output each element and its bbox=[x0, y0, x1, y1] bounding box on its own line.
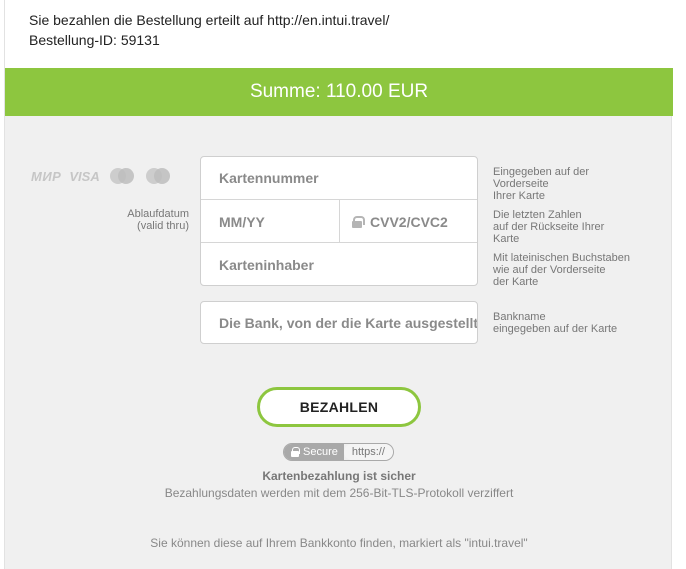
mir-logo: МИР bbox=[31, 168, 62, 184]
expiry-cvv-row: MM/YY CVV2/CVC2 bbox=[201, 200, 477, 243]
hint-line: Bankname bbox=[493, 311, 546, 323]
hint-line: Karte bbox=[493, 233, 520, 245]
security-title: Kartenbezahlung ist sicher bbox=[262, 469, 416, 483]
order-info: Sie bezahlen die Bestellung erteilt auf … bbox=[5, 0, 673, 68]
expiry-label-line2: (valid thru) bbox=[137, 220, 189, 232]
lock-icon bbox=[352, 215, 365, 228]
card-form: Kartennummer MM/YY CVV2/CVC2 Karteninhab… bbox=[200, 156, 478, 286]
security-subtitle: Bezahlungsdaten werden mit dem 256-Bit-T… bbox=[164, 486, 514, 500]
https-label: https:// bbox=[343, 444, 393, 460]
cvv-input[interactable]: CVV2/CVC2 bbox=[340, 200, 479, 243]
cardholder-placeholder: Karteninhaber bbox=[219, 256, 314, 273]
expiry-placeholder: MM/YY bbox=[219, 213, 265, 230]
mastercard-icon bbox=[108, 167, 136, 185]
bank-name-placeholder: Die Bank, von der die Karte ausgestellt … bbox=[219, 314, 478, 331]
visa-logo: VISA bbox=[69, 168, 100, 184]
order-source-text: Sie bezahlen die Bestellung erteilt auf … bbox=[29, 12, 390, 28]
secure-badge: Secure https:// bbox=[283, 443, 394, 461]
expiry-label: Ablaufdatum (valid thru) bbox=[105, 208, 189, 232]
hint-line: Vorderseite bbox=[493, 178, 549, 190]
pay-button[interactable]: BEZAHLEN bbox=[257, 387, 421, 427]
hint-line: Die letzten Zahlen bbox=[493, 209, 582, 221]
expiry-input[interactable]: MM/YY bbox=[201, 200, 340, 243]
hint-line: der Karte bbox=[493, 276, 539, 288]
hint-card-number: Eingegeben auf der Vorderseite Ihrer Kar… bbox=[493, 166, 665, 202]
card-number-placeholder: Kartennummer bbox=[219, 170, 319, 186]
footer-note: Sie können diese auf Ihrem Bankkonto fin… bbox=[150, 536, 528, 550]
hint-line: Mit lateinischen Buchstaben bbox=[493, 252, 630, 264]
hint-line: Ihrer Karte bbox=[493, 190, 545, 202]
total-bar: Summe: 110.00 EUR bbox=[5, 68, 673, 116]
payment-page: Sie bezahlen die Bestellung erteilt auf … bbox=[4, 0, 673, 569]
maestro-icon bbox=[144, 167, 172, 185]
cvv-placeholder: CVV2/CVC2 bbox=[370, 213, 448, 230]
expiry-label-line1: Ablaufdatum bbox=[127, 208, 189, 220]
order-id-text: Bestellung-ID: 59131 bbox=[29, 32, 160, 48]
hint-bank: Bankname eingegeben auf der Karte bbox=[493, 311, 665, 335]
cardholder-input[interactable]: Karteninhaber bbox=[201, 243, 477, 286]
hint-cardholder: Mit lateinischen Buchstaben wie auf der … bbox=[493, 252, 665, 288]
padlock-icon bbox=[291, 447, 300, 457]
hint-cvv: Die letzten Zahlen auf der Rückseite Ihr… bbox=[493, 209, 665, 245]
bank-name-input[interactable]: Die Bank, von der die Karte ausgestellt … bbox=[200, 301, 478, 344]
card-number-input[interactable]: Kartennummer bbox=[201, 157, 477, 200]
secure-label: Secure bbox=[284, 444, 344, 460]
secure-text: Secure bbox=[303, 446, 338, 458]
total-amount: Summe: 110.00 EUR bbox=[249, 81, 429, 102]
card-logos: МИР VISA bbox=[31, 167, 172, 185]
hint-line: wie auf der Vorderseite bbox=[493, 264, 606, 276]
hint-line: auf der Rückseite Ihrer bbox=[493, 221, 605, 233]
hint-line: Eingegeben auf der bbox=[493, 166, 590, 178]
hint-line: eingegeben auf der Karte bbox=[493, 323, 618, 335]
